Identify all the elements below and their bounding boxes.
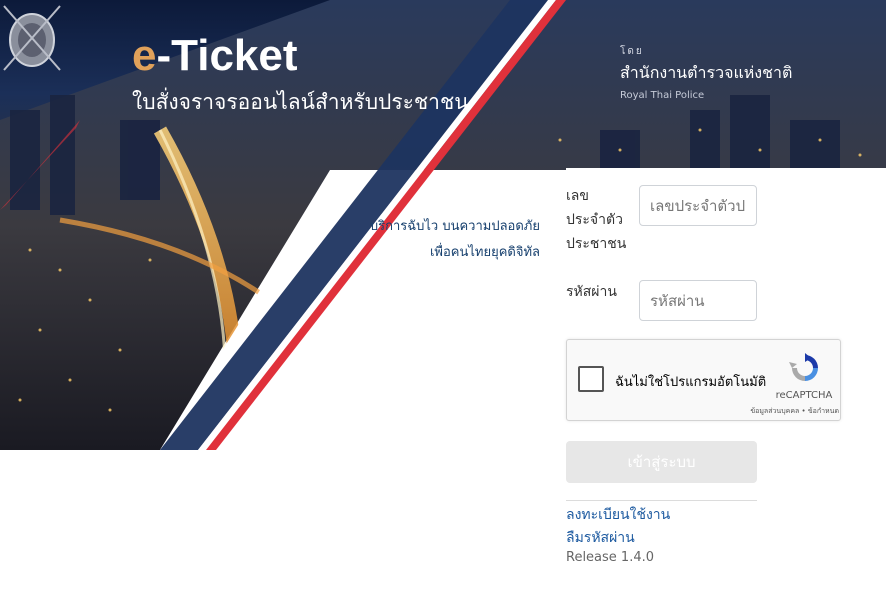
- recaptcha-icon: [789, 353, 818, 381]
- id-label-line2: ประจำตัว: [566, 212, 623, 228]
- password-input[interactable]: [639, 280, 757, 321]
- release-version: Release 1.4.0: [566, 550, 655, 565]
- organization-info: โดย สำนักงานตำรวจแห่งชาติ Royal Thai Pol…: [620, 44, 792, 101]
- tagline-line1: บริการฉับไว บนความปลอดภัย: [369, 219, 540, 234]
- tagline-line2: เพื่อคนไทยยุคดิจิทัล: [429, 245, 540, 260]
- id-number-input[interactable]: [639, 185, 757, 226]
- tagline: บริการฉับไว บนความปลอดภัย เพื่อคนไทยยุคด…: [360, 214, 540, 266]
- recaptcha-checkbox[interactable]: [578, 366, 604, 392]
- org-by: โดย: [620, 46, 644, 57]
- logo-ticket: -Ticket: [156, 31, 298, 80]
- app-subtitle: ใบสั่งจราจรออนไลน์สำหรับประชาชน: [132, 90, 469, 114]
- password-label: รหัสผ่าน: [566, 284, 617, 300]
- login-button[interactable]: เข้าสู่ระบบ: [566, 441, 757, 483]
- recaptcha-terms-link[interactable]: ข้อมูลส่วนบุคคล • ข้อกำหนด: [733, 406, 839, 417]
- register-link[interactable]: ลงทะเบียนใช้งาน: [566, 504, 670, 526]
- org-name-th: สำนักงานตำรวจแห่งชาติ: [620, 63, 793, 82]
- police-seal-icon: [3, 5, 61, 71]
- divider: [566, 500, 757, 501]
- recaptcha-brand: reCAPTCHA: [775, 390, 833, 401]
- recaptcha-label: ฉันไม่ใช่โปรแกรมอัตโนมัติ: [615, 375, 767, 390]
- login-form: เลข ประจำตัว ประชาชน รหัสผ่าน ฉันไม่ใช่โ…: [566, 168, 886, 591]
- forgot-password-link[interactable]: ลืมรหัสผ่าน: [566, 527, 635, 549]
- id-label: เลข ประจำตัว ประชาชน: [566, 184, 626, 256]
- id-label-line3: ประชาชน: [566, 236, 627, 252]
- org-name-en: Royal Thai Police: [620, 90, 705, 101]
- app-logo: e-Ticket: [132, 30, 298, 82]
- logo-e: e: [132, 31, 157, 80]
- recaptcha-widget: ฉันไม่ใช่โปรแกรมอัตโนมัติ reCAPTCHA ข้อม…: [566, 339, 841, 421]
- id-label-line1: เลข: [566, 188, 589, 204]
